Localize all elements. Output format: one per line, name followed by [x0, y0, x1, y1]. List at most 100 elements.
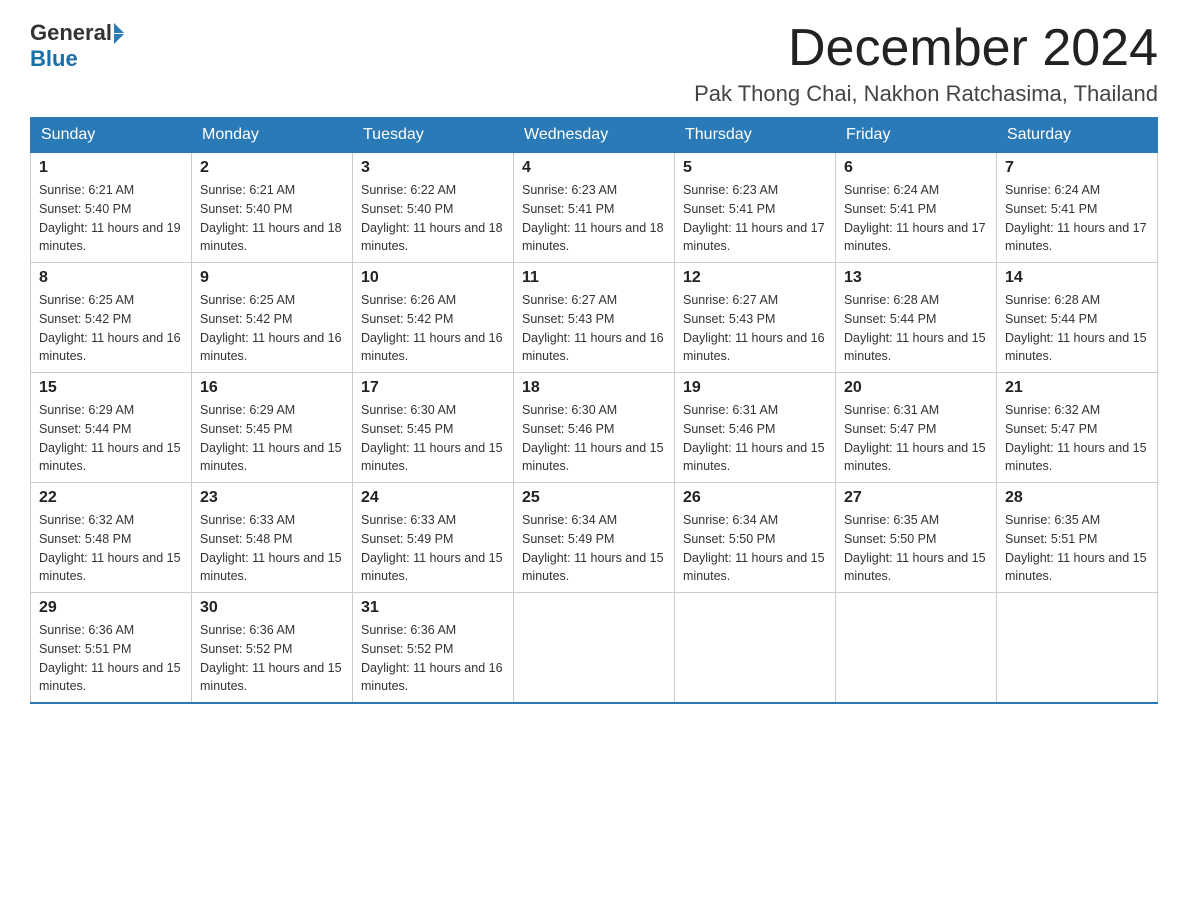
day-info: Sunrise: 6:30 AMSunset: 5:45 PMDaylight:… — [361, 401, 505, 476]
calendar-cell — [997, 593, 1158, 704]
calendar-cell: 31 Sunrise: 6:36 AMSunset: 5:52 PMDaylig… — [353, 593, 514, 704]
calendar-cell: 23 Sunrise: 6:33 AMSunset: 5:48 PMDaylig… — [192, 483, 353, 593]
day-number: 3 — [361, 159, 505, 177]
calendar-cell: 19 Sunrise: 6:31 AMSunset: 5:46 PMDaylig… — [675, 373, 836, 483]
calendar-cell: 5 Sunrise: 6:23 AMSunset: 5:41 PMDayligh… — [675, 153, 836, 263]
calendar-cell: 4 Sunrise: 6:23 AMSunset: 5:41 PMDayligh… — [514, 153, 675, 263]
calendar-cell: 15 Sunrise: 6:29 AMSunset: 5:44 PMDaylig… — [31, 373, 192, 483]
week-row-4: 22 Sunrise: 6:32 AMSunset: 5:48 PMDaylig… — [31, 483, 1158, 593]
day-header-saturday: Saturday — [997, 118, 1158, 153]
calendar-cell: 7 Sunrise: 6:24 AMSunset: 5:41 PMDayligh… — [997, 153, 1158, 263]
day-number: 2 — [200, 159, 344, 177]
calendar-cell — [836, 593, 997, 704]
day-number: 26 — [683, 489, 827, 507]
calendar-cell: 24 Sunrise: 6:33 AMSunset: 5:49 PMDaylig… — [353, 483, 514, 593]
calendar-cell: 11 Sunrise: 6:27 AMSunset: 5:43 PMDaylig… — [514, 263, 675, 373]
calendar-cell: 6 Sunrise: 6:24 AMSunset: 5:41 PMDayligh… — [836, 153, 997, 263]
day-number: 5 — [683, 159, 827, 177]
calendar-cell: 16 Sunrise: 6:29 AMSunset: 5:45 PMDaylig… — [192, 373, 353, 483]
logo-blue-text: Blue — [30, 46, 78, 71]
day-header-monday: Monday — [192, 118, 353, 153]
week-row-3: 15 Sunrise: 6:29 AMSunset: 5:44 PMDaylig… — [31, 373, 1158, 483]
day-info: Sunrise: 6:34 AMSunset: 5:50 PMDaylight:… — [683, 511, 827, 586]
calendar-cell: 27 Sunrise: 6:35 AMSunset: 5:50 PMDaylig… — [836, 483, 997, 593]
calendar-cell — [675, 593, 836, 704]
day-number: 27 — [844, 489, 988, 507]
day-info: Sunrise: 6:30 AMSunset: 5:46 PMDaylight:… — [522, 401, 666, 476]
location-title: Pak Thong Chai, Nakhon Ratchasima, Thail… — [694, 81, 1158, 107]
day-info: Sunrise: 6:33 AMSunset: 5:49 PMDaylight:… — [361, 511, 505, 586]
day-header-friday: Friday — [836, 118, 997, 153]
day-info: Sunrise: 6:21 AMSunset: 5:40 PMDaylight:… — [39, 181, 183, 256]
calendar-cell: 17 Sunrise: 6:30 AMSunset: 5:45 PMDaylig… — [353, 373, 514, 483]
day-info: Sunrise: 6:21 AMSunset: 5:40 PMDaylight:… — [200, 181, 344, 256]
calendar-cell: 13 Sunrise: 6:28 AMSunset: 5:44 PMDaylig… — [836, 263, 997, 373]
calendar-cell: 12 Sunrise: 6:27 AMSunset: 5:43 PMDaylig… — [675, 263, 836, 373]
day-number: 8 — [39, 269, 183, 287]
week-row-1: 1 Sunrise: 6:21 AMSunset: 5:40 PMDayligh… — [31, 153, 1158, 263]
day-info: Sunrise: 6:23 AMSunset: 5:41 PMDaylight:… — [683, 181, 827, 256]
day-number: 31 — [361, 599, 505, 617]
day-number: 11 — [522, 269, 666, 287]
day-number: 10 — [361, 269, 505, 287]
calendar-cell: 1 Sunrise: 6:21 AMSunset: 5:40 PMDayligh… — [31, 153, 192, 263]
day-info: Sunrise: 6:35 AMSunset: 5:50 PMDaylight:… — [844, 511, 988, 586]
day-number: 29 — [39, 599, 183, 617]
day-number: 30 — [200, 599, 344, 617]
day-info: Sunrise: 6:31 AMSunset: 5:47 PMDaylight:… — [844, 401, 988, 476]
day-info: Sunrise: 6:28 AMSunset: 5:44 PMDaylight:… — [1005, 291, 1149, 366]
calendar-cell: 9 Sunrise: 6:25 AMSunset: 5:42 PMDayligh… — [192, 263, 353, 373]
day-number: 9 — [200, 269, 344, 287]
day-info: Sunrise: 6:28 AMSunset: 5:44 PMDaylight:… — [844, 291, 988, 366]
logo-general-text: General — [30, 20, 112, 46]
calendar-cell: 14 Sunrise: 6:28 AMSunset: 5:44 PMDaylig… — [997, 263, 1158, 373]
day-header-wednesday: Wednesday — [514, 118, 675, 153]
day-number: 7 — [1005, 159, 1149, 177]
calendar-cell: 22 Sunrise: 6:32 AMSunset: 5:48 PMDaylig… — [31, 483, 192, 593]
month-title: December 2024 — [694, 20, 1158, 77]
day-info: Sunrise: 6:22 AMSunset: 5:40 PMDaylight:… — [361, 181, 505, 256]
day-info: Sunrise: 6:23 AMSunset: 5:41 PMDaylight:… — [522, 181, 666, 256]
calendar-cell: 2 Sunrise: 6:21 AMSunset: 5:40 PMDayligh… — [192, 153, 353, 263]
calendar-cell: 18 Sunrise: 6:30 AMSunset: 5:46 PMDaylig… — [514, 373, 675, 483]
day-header-sunday: Sunday — [31, 118, 192, 153]
day-info: Sunrise: 6:32 AMSunset: 5:47 PMDaylight:… — [1005, 401, 1149, 476]
page-header: General Blue December 2024 Pak Thong Cha… — [30, 20, 1158, 107]
calendar-cell: 26 Sunrise: 6:34 AMSunset: 5:50 PMDaylig… — [675, 483, 836, 593]
week-row-2: 8 Sunrise: 6:25 AMSunset: 5:42 PMDayligh… — [31, 263, 1158, 373]
day-number: 19 — [683, 379, 827, 397]
day-info: Sunrise: 6:27 AMSunset: 5:43 PMDaylight:… — [522, 291, 666, 366]
day-info: Sunrise: 6:25 AMSunset: 5:42 PMDaylight:… — [39, 291, 183, 366]
calendar-cell: 25 Sunrise: 6:34 AMSunset: 5:49 PMDaylig… — [514, 483, 675, 593]
day-number: 13 — [844, 269, 988, 287]
day-header-thursday: Thursday — [675, 118, 836, 153]
day-number: 15 — [39, 379, 183, 397]
day-info: Sunrise: 6:36 AMSunset: 5:51 PMDaylight:… — [39, 621, 183, 696]
day-info: Sunrise: 6:26 AMSunset: 5:42 PMDaylight:… — [361, 291, 505, 366]
day-info: Sunrise: 6:32 AMSunset: 5:48 PMDaylight:… — [39, 511, 183, 586]
calendar-table: SundayMondayTuesdayWednesdayThursdayFrid… — [30, 117, 1158, 704]
calendar-cell — [514, 593, 675, 704]
day-number: 4 — [522, 159, 666, 177]
day-number: 16 — [200, 379, 344, 397]
week-row-5: 29 Sunrise: 6:36 AMSunset: 5:51 PMDaylig… — [31, 593, 1158, 704]
day-info: Sunrise: 6:33 AMSunset: 5:48 PMDaylight:… — [200, 511, 344, 586]
day-info: Sunrise: 6:34 AMSunset: 5:49 PMDaylight:… — [522, 511, 666, 586]
day-info: Sunrise: 6:27 AMSunset: 5:43 PMDaylight:… — [683, 291, 827, 366]
day-number: 20 — [844, 379, 988, 397]
day-number: 23 — [200, 489, 344, 507]
day-info: Sunrise: 6:36 AMSunset: 5:52 PMDaylight:… — [361, 621, 505, 696]
title-block: December 2024 Pak Thong Chai, Nakhon Rat… — [694, 20, 1158, 107]
day-info: Sunrise: 6:36 AMSunset: 5:52 PMDaylight:… — [200, 621, 344, 696]
day-info: Sunrise: 6:29 AMSunset: 5:45 PMDaylight:… — [200, 401, 344, 476]
day-number: 25 — [522, 489, 666, 507]
day-number: 22 — [39, 489, 183, 507]
day-info: Sunrise: 6:31 AMSunset: 5:46 PMDaylight:… — [683, 401, 827, 476]
day-number: 12 — [683, 269, 827, 287]
day-info: Sunrise: 6:29 AMSunset: 5:44 PMDaylight:… — [39, 401, 183, 476]
day-header-tuesday: Tuesday — [353, 118, 514, 153]
calendar-cell: 10 Sunrise: 6:26 AMSunset: 5:42 PMDaylig… — [353, 263, 514, 373]
day-number: 18 — [522, 379, 666, 397]
calendar-cell: 21 Sunrise: 6:32 AMSunset: 5:47 PMDaylig… — [997, 373, 1158, 483]
day-info: Sunrise: 6:25 AMSunset: 5:42 PMDaylight:… — [200, 291, 344, 366]
